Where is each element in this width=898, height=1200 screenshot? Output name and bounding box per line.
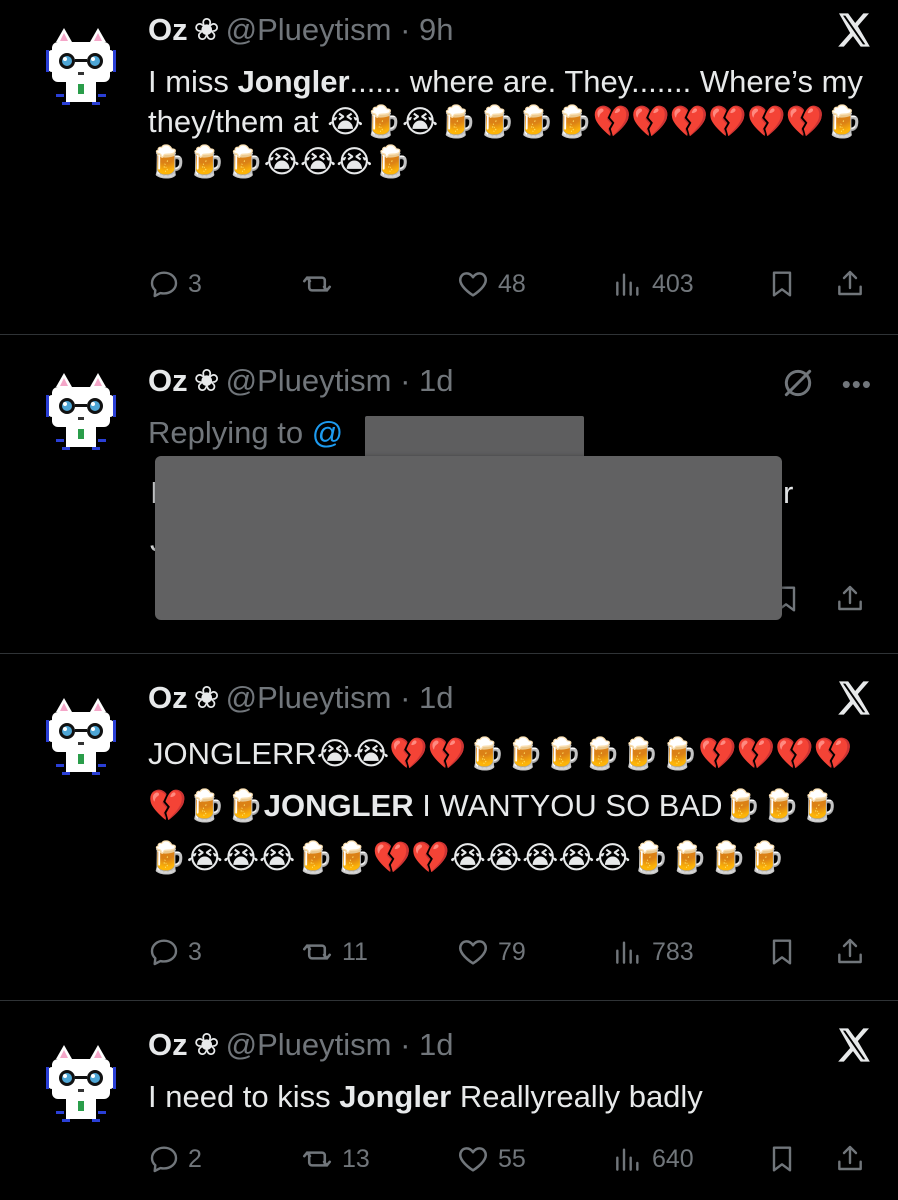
like-button[interactable]: 79: [456, 932, 526, 972]
view-count: 783: [652, 937, 694, 966]
heart-icon: [456, 935, 490, 969]
action-bar: 2 13 55 640: [148, 1139, 873, 1179]
share-icon: [834, 1143, 866, 1175]
tweet[interactable]: Oz ❀ @Plueytism · 1d I need to kiss Jongle…: [0, 1001, 898, 1200]
like-count: 55: [498, 1144, 526, 1173]
repost-icon: [300, 935, 334, 969]
reply-button[interactable]: 3: [148, 932, 202, 972]
like-button[interactable]: 48: [456, 264, 526, 304]
bar-chart-icon: [612, 936, 644, 968]
x-logo-icon[interactable]: [834, 678, 874, 718]
reply-count: 3: [188, 937, 202, 966]
avatar[interactable]: [42, 28, 120, 110]
view-count: 640: [652, 1144, 694, 1173]
timestamp[interactable]: · 9h: [400, 12, 453, 47]
views-button[interactable]: 783: [612, 932, 694, 972]
share-button[interactable]: [834, 264, 866, 304]
reply-count: 2: [188, 1144, 202, 1173]
bookmark-button[interactable]: [766, 932, 798, 972]
like-button[interactable]: 55: [456, 1139, 526, 1179]
repost-count: 11: [342, 937, 368, 966]
share-icon[interactable]: [834, 583, 866, 615]
bookmark-icon: [766, 1143, 798, 1175]
bookmark-icon: [766, 268, 798, 300]
bookmark-button[interactable]: [766, 1139, 798, 1179]
flower-icon: ❀: [193, 12, 220, 47]
timestamp[interactable]: · 1d: [400, 680, 453, 715]
repost-button[interactable]: [300, 264, 342, 304]
reply-button[interactable]: 2: [148, 1139, 202, 1179]
redaction-box: [155, 456, 782, 620]
heart-icon: [456, 1142, 490, 1176]
tweet-header: Oz ❀ @Plueytism · 9h: [148, 12, 454, 48]
tweet[interactable]: Oz ❀ @Plueytism · 1d JONGLERR😭😭💔💔🍺🍺🍺🍺🍺🍺💔💔💔…: [0, 654, 898, 1001]
handle[interactable]: @Plueytism: [226, 363, 392, 398]
repost-icon: [300, 1142, 334, 1176]
avatar[interactable]: [42, 1045, 120, 1127]
repost-count: 13: [342, 1144, 370, 1173]
mention-link[interactable]: @: [312, 415, 343, 450]
action-bar: 3 11 79 783: [148, 932, 873, 972]
reply-count: 3: [188, 269, 202, 298]
reply-icon: [148, 1143, 180, 1175]
flower-icon: ❀: [193, 1027, 220, 1062]
repost-button[interactable]: 11: [300, 932, 368, 972]
x-logo-icon[interactable]: [834, 1025, 874, 1065]
tweet-text: I need to kiss Jongler Reallyreally badl…: [148, 1079, 703, 1114]
views-button[interactable]: 640: [612, 1139, 694, 1179]
like-count: 48: [498, 269, 526, 298]
replying-to: Replying to @: [148, 415, 343, 451]
tweet[interactable]: Oz ❀ @Plueytism · 9h I miss Jongler...... …: [0, 0, 898, 335]
more-dots-icon[interactable]: •••: [842, 369, 872, 400]
share-button[interactable]: [834, 1139, 866, 1179]
obscured-text: r: [783, 475, 794, 510]
display-name[interactable]: Oz: [148, 1027, 188, 1062]
tweet-text: I miss Jongler...... where are. They....…: [148, 64, 863, 179]
bar-chart-icon: [612, 1143, 644, 1175]
repost-button[interactable]: 13: [300, 1139, 370, 1179]
bar-chart-icon: [612, 268, 644, 300]
timestamp[interactable]: · 1d: [400, 363, 453, 398]
repost-icon: [300, 267, 334, 301]
x-logo-icon[interactable]: [834, 10, 874, 50]
tweet-header: Oz ❀ @Plueytism · 1d: [148, 363, 454, 399]
share-icon: [834, 268, 866, 300]
redaction-box: [365, 416, 584, 460]
reply-button[interactable]: 3: [148, 264, 202, 304]
timestamp[interactable]: · 1d: [400, 1027, 453, 1062]
avatar[interactable]: [42, 698, 120, 780]
handle[interactable]: @Plueytism: [226, 12, 392, 47]
handle[interactable]: @Plueytism: [226, 1027, 392, 1062]
flower-icon: ❀: [193, 680, 220, 715]
heart-icon: [456, 267, 490, 301]
view-count: 403: [652, 269, 694, 298]
like-count: 79: [498, 937, 526, 966]
bookmark-button[interactable]: [766, 264, 798, 304]
display-name[interactable]: Oz: [148, 680, 188, 715]
tweet-text: JONGLERR😭😭💔💔🍺🍺🍺🍺🍺🍺💔💔💔💔💔🍺🍺JONGLER I WANTY…: [148, 736, 853, 875]
share-icon: [834, 936, 866, 968]
flower-icon: ❀: [193, 363, 220, 398]
share-button[interactable]: [834, 932, 866, 972]
replying-to-label: Replying to: [148, 415, 304, 450]
reply-icon: [148, 936, 180, 968]
display-name[interactable]: Oz: [148, 12, 188, 47]
avatar[interactable]: [42, 373, 120, 455]
slashed-circle-icon[interactable]: [778, 363, 818, 403]
views-button[interactable]: 403: [612, 264, 694, 304]
handle[interactable]: @Plueytism: [226, 680, 392, 715]
action-bar: 3 48 403: [148, 264, 873, 304]
tweet-header: Oz ❀ @Plueytism · 1d: [148, 680, 454, 716]
bookmark-icon: [766, 936, 798, 968]
display-name[interactable]: Oz: [148, 363, 188, 398]
reply-icon: [148, 268, 180, 300]
tweet-header: Oz ❀ @Plueytism · 1d: [148, 1027, 454, 1063]
